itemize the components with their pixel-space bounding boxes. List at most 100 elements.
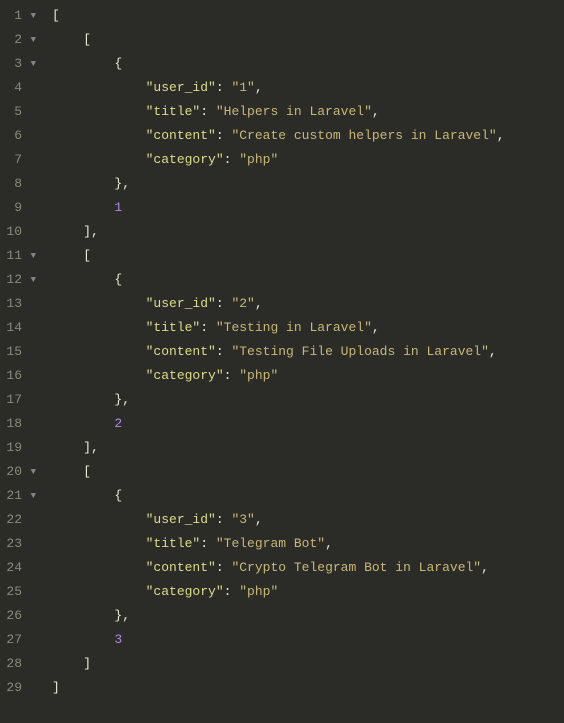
token-bracket: [ (52, 8, 60, 23)
code-line[interactable]: [ (52, 460, 564, 484)
token-punct: : (216, 512, 232, 527)
gutter-line: 2▼ (4, 28, 36, 52)
line-number: 6 (6, 124, 22, 148)
gutter-line: 4 (4, 76, 36, 100)
line-number: 14 (6, 316, 22, 340)
code-line[interactable]: "category": "php" (52, 148, 564, 172)
gutter-line: 5 (4, 100, 36, 124)
token-str: "1" (231, 80, 254, 95)
code-line[interactable]: "category": "php" (52, 580, 564, 604)
code-line[interactable]: "user_id": "3", (52, 508, 564, 532)
code-line[interactable]: { (52, 484, 564, 508)
code-line[interactable]: ] (52, 676, 564, 700)
token-bracket: [ (83, 32, 91, 47)
token-str: "php" (239, 584, 278, 599)
gutter-line: 25 (4, 580, 36, 604)
code-line[interactable]: { (52, 52, 564, 76)
token-bracket: { (114, 272, 122, 287)
token-bracket: { (114, 488, 122, 503)
code-line[interactable]: "title": "Helpers in Laravel", (52, 100, 564, 124)
code-line[interactable]: [ (52, 4, 564, 28)
fold-toggle-icon[interactable]: ▼ (28, 268, 36, 292)
gutter-line: 20▼ (4, 460, 36, 484)
line-number: 23 (6, 532, 22, 556)
line-number: 19 (6, 436, 22, 460)
indent (52, 368, 146, 383)
gutter-line: 3▼ (4, 52, 36, 76)
gutter-line: 28 (4, 652, 36, 676)
code-line[interactable]: "user_id": "1", (52, 76, 564, 100)
code-line[interactable]: "user_id": "2", (52, 292, 564, 316)
line-number: 27 (6, 628, 22, 652)
indent (52, 584, 146, 599)
code-area[interactable]: [ [ { "user_id": "1", "title": "Helpers … (44, 0, 564, 723)
line-number: 12 (6, 268, 22, 292)
token-punct: , (122, 176, 130, 191)
indent (52, 656, 83, 671)
fold-toggle-icon[interactable]: ▼ (28, 28, 36, 52)
code-line[interactable]: }, (52, 604, 564, 628)
code-line[interactable]: [ (52, 244, 564, 268)
token-punct: : (216, 128, 232, 143)
gutter-line: 19 (4, 436, 36, 460)
code-line[interactable]: ], (52, 436, 564, 460)
code-line[interactable]: "content": "Create custom helpers in Lar… (52, 124, 564, 148)
indent (52, 32, 83, 47)
gutter-line: 8 (4, 172, 36, 196)
code-line[interactable]: }, (52, 388, 564, 412)
line-number: 3 (6, 52, 22, 76)
code-line[interactable]: "title": "Telegram Bot", (52, 532, 564, 556)
gutter-line: 7 (4, 148, 36, 172)
gutter-line: 27 (4, 628, 36, 652)
fold-toggle-icon[interactable]: ▼ (28, 52, 36, 76)
gutter-line: 21▼ (4, 484, 36, 508)
token-str: "Testing in Laravel" (216, 320, 372, 335)
token-punct: : (200, 536, 216, 551)
token-punct: , (122, 392, 130, 407)
code-line[interactable]: 2 (52, 412, 564, 436)
token-punct: , (497, 128, 505, 143)
token-punct: , (489, 344, 497, 359)
line-number: 1 (6, 4, 22, 28)
fold-toggle-icon[interactable]: ▼ (28, 460, 36, 484)
gutter-line: 16 (4, 364, 36, 388)
token-punct: , (372, 320, 380, 335)
fold-toggle-icon[interactable]: ▼ (28, 484, 36, 508)
gutter-line: 15 (4, 340, 36, 364)
code-line[interactable]: [ (52, 28, 564, 52)
token-bracket: { (114, 56, 122, 71)
fold-toggle-icon[interactable]: ▼ (28, 244, 36, 268)
token-num: 3 (114, 632, 122, 647)
code-line[interactable]: "content": "Testing File Uploads in Lara… (52, 340, 564, 364)
token-key: "user_id" (146, 512, 216, 527)
token-bracket: ] (83, 224, 91, 239)
indent (52, 56, 114, 71)
line-number: 15 (6, 340, 22, 364)
code-line[interactable]: { (52, 268, 564, 292)
fold-toggle-icon[interactable]: ▼ (28, 4, 36, 28)
code-line[interactable]: "content": "Crypto Telegram Bot in Larav… (52, 556, 564, 580)
line-number: 13 (6, 292, 22, 316)
token-key: "category" (146, 152, 224, 167)
gutter-line: 1▼ (4, 4, 36, 28)
token-str: "php" (239, 368, 278, 383)
code-line[interactable]: 3 (52, 628, 564, 652)
line-number-gutter: 1▼2▼3▼4567891011▼12▼1314151617181920▼21▼… (0, 0, 44, 723)
code-line[interactable]: 1 (52, 196, 564, 220)
line-number: 11 (6, 244, 22, 268)
indent (52, 224, 83, 239)
token-key: "content" (146, 560, 216, 575)
token-str: "Crypto Telegram Bot in Laravel" (231, 560, 481, 575)
token-punct: , (255, 512, 263, 527)
token-key: "category" (146, 368, 224, 383)
token-punct: , (255, 296, 263, 311)
code-line[interactable]: "title": "Testing in Laravel", (52, 316, 564, 340)
line-number: 20 (6, 460, 22, 484)
code-line[interactable]: ] (52, 652, 564, 676)
code-line[interactable]: "category": "php" (52, 364, 564, 388)
code-line[interactable]: ], (52, 220, 564, 244)
code-line[interactable]: }, (52, 172, 564, 196)
token-bracket: [ (83, 248, 91, 263)
gutter-line: 11▼ (4, 244, 36, 268)
gutter-line: 6 (4, 124, 36, 148)
